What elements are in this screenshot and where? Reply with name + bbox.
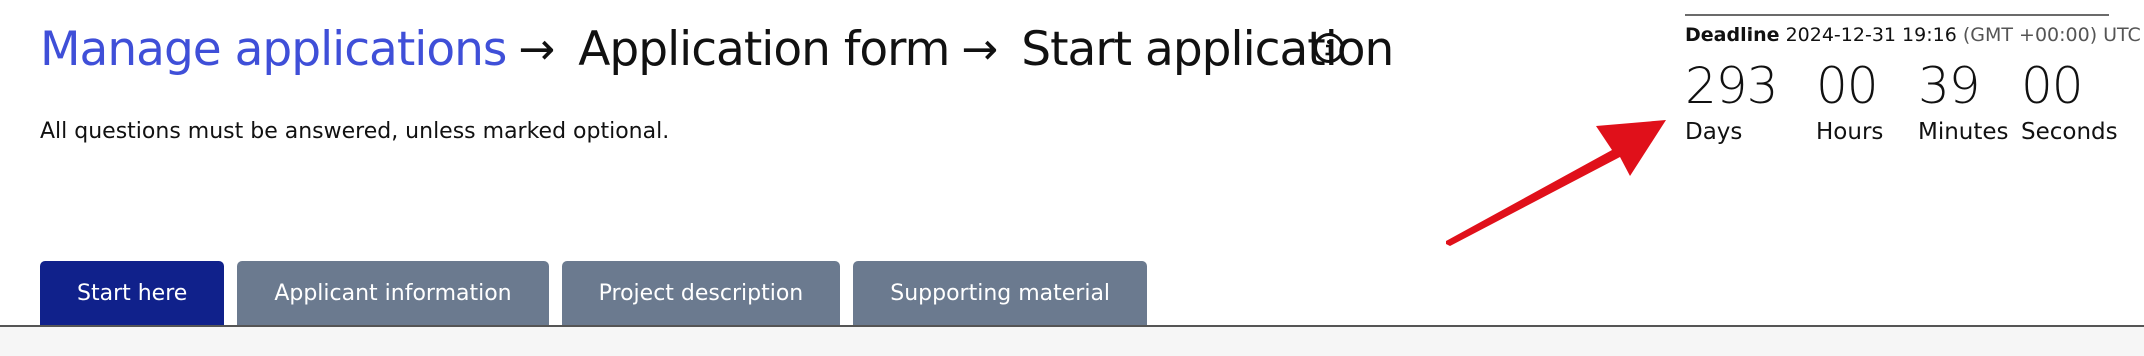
deadline-divider — [1685, 14, 2109, 16]
countdown-value: 00 — [1816, 57, 1879, 115]
countdown-value: 293 — [1685, 57, 1778, 115]
tab-label: Supporting material — [890, 281, 1111, 306]
countdown-seconds: 00 Seconds — [2021, 56, 2118, 148]
countdown-minutes: 39 Minutes — [1918, 56, 2009, 148]
tab-bar: Start here Applicant information Project… — [40, 261, 1148, 326]
countdown-unit: Days — [1685, 119, 1743, 145]
countdown-value: 39 — [1918, 57, 1981, 115]
tab-label: Start here — [77, 281, 188, 306]
tab-applicant-information[interactable]: Applicant information — [237, 261, 549, 326]
deadline-timezone: (GMT +00:00) UTC — [1962, 24, 2141, 46]
tab-project-description[interactable]: Project description — [561, 261, 841, 326]
countdown-value: 00 — [2021, 57, 2084, 115]
tab-label: Applicant information — [274, 281, 512, 306]
deadline-datetime: 2024-12-31 19:16 — [1785, 24, 1957, 46]
deadline-label: Deadline — [1685, 24, 1780, 46]
tab-label: Project description — [598, 281, 804, 306]
countdown-unit: Minutes — [1918, 119, 2009, 145]
deadline: Deadline 2024-12-31 19:16 (GMT +00:00) U… — [1685, 24, 2141, 46]
countdown-days: 293 Days — [1685, 56, 1778, 148]
countdown-unit: Seconds — [2021, 119, 2118, 145]
countdown-hours: 00 Hours — [1816, 56, 1883, 148]
tab-start-here[interactable]: Start here — [40, 261, 225, 326]
tab-content-panel — [0, 327, 2144, 356]
countdown-unit: Hours — [1816, 119, 1884, 145]
countdown-timer: 293 Days 00 Hours 39 Minutes 00 Seconds — [0, 56, 2144, 156]
tab-supporting-material[interactable]: Supporting material — [853, 261, 1148, 326]
